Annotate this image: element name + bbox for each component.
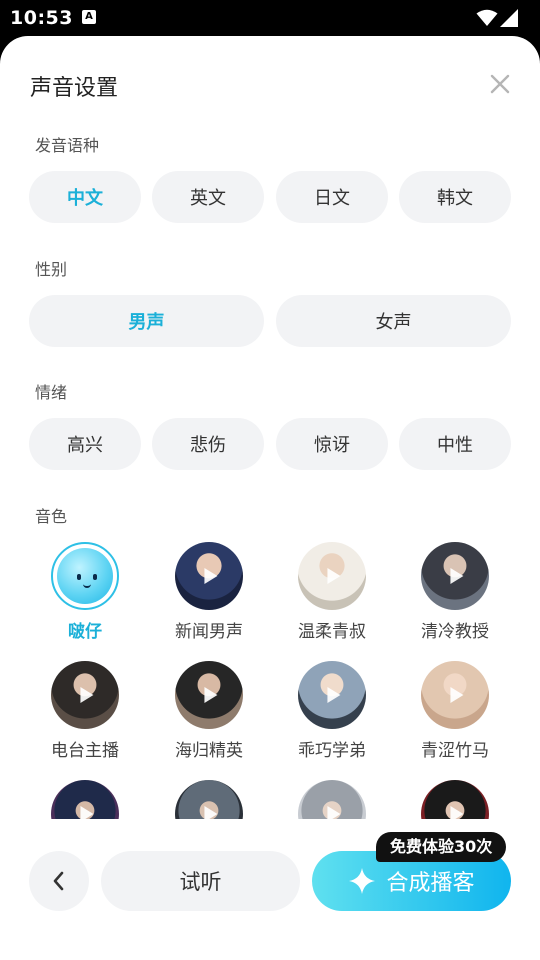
listen-button[interactable]: 试听 bbox=[101, 851, 300, 911]
mascot-avatar bbox=[51, 542, 119, 610]
voice-item-news-male[interactable]: 新闻男声 bbox=[147, 542, 271, 642]
play-icon bbox=[327, 568, 341, 584]
chevron-left-icon bbox=[53, 871, 64, 891]
voice-avatar bbox=[175, 661, 243, 729]
voice-item-childhood-friend[interactable]: 青涩竹马 bbox=[393, 661, 517, 761]
voice-item[interactable] bbox=[270, 780, 394, 819]
voice-name: 海归精英 bbox=[175, 741, 243, 761]
voice-name: 电台主播 bbox=[51, 741, 119, 761]
footer-bar: 试听 合成播客 免费体验30次 bbox=[0, 819, 540, 960]
language-option-japanese[interactable]: 日文 bbox=[276, 171, 388, 223]
language-option-korean[interactable]: 韩文 bbox=[399, 171, 511, 223]
timbre-label: 音色 bbox=[35, 507, 68, 526]
play-icon bbox=[204, 687, 218, 703]
free-trial-badge: 免费体验30次 bbox=[376, 832, 507, 862]
voice-item-gentle-uncle[interactable]: 温柔青叔 bbox=[270, 542, 394, 642]
voice-name: 啵仔 bbox=[68, 622, 102, 642]
emotion-option-sad[interactable]: 悲伤 bbox=[152, 418, 264, 470]
voice-item[interactable] bbox=[147, 780, 271, 819]
voice-name: 青涩竹马 bbox=[421, 741, 489, 761]
sparkle-icon bbox=[349, 868, 376, 894]
language-label: 发音语种 bbox=[35, 136, 100, 155]
voice-avatar bbox=[298, 661, 366, 729]
voice-avatar bbox=[51, 780, 119, 819]
voice-avatar bbox=[175, 780, 243, 819]
play-icon bbox=[204, 806, 218, 819]
play-icon bbox=[450, 806, 464, 819]
play-icon bbox=[204, 568, 218, 584]
voice-item[interactable] bbox=[23, 780, 147, 819]
play-icon bbox=[80, 687, 94, 703]
language-option-english[interactable]: 英文 bbox=[152, 171, 264, 223]
voice-item-cool-professor[interactable]: 清冷教授 bbox=[393, 542, 517, 642]
voice-name: 清冷教授 bbox=[421, 622, 489, 642]
voice-item[interactable] bbox=[393, 780, 517, 819]
status-bar: 10:53 A bbox=[0, 0, 540, 36]
voice-item-bozai[interactable]: 啵仔 bbox=[23, 542, 147, 642]
language-option-chinese[interactable]: 中文 bbox=[29, 171, 141, 223]
voice-item-junior-student[interactable]: 乖巧学弟 bbox=[270, 661, 394, 761]
voice-avatar bbox=[298, 542, 366, 610]
voice-avatar bbox=[421, 542, 489, 610]
emotion-label: 情绪 bbox=[35, 383, 68, 402]
back-button[interactable] bbox=[29, 851, 89, 911]
voice-settings-sheet: 声音设置 发音语种 中文 英文 日文 韩文 性别 男声 女声 情绪 高兴 悲伤 … bbox=[0, 36, 540, 960]
gender-option-female[interactable]: 女声 bbox=[276, 295, 511, 347]
voice-name: 乖巧学弟 bbox=[298, 741, 366, 761]
wifi-icon bbox=[476, 9, 498, 26]
voice-avatar bbox=[421, 780, 489, 819]
emotion-option-surprised[interactable]: 惊讶 bbox=[276, 418, 388, 470]
play-icon bbox=[327, 806, 341, 819]
status-time: 10:53 bbox=[10, 7, 73, 29]
voice-name: 新闻男声 bbox=[175, 622, 243, 642]
play-icon bbox=[450, 568, 464, 584]
emotion-option-neutral[interactable]: 中性 bbox=[399, 418, 511, 470]
play-icon bbox=[450, 687, 464, 703]
voice-name: 温柔青叔 bbox=[298, 622, 366, 642]
create-podcast-label: 合成播客 bbox=[386, 871, 475, 896]
play-icon bbox=[327, 687, 341, 703]
voice-item-radio-host[interactable]: 电台主播 bbox=[23, 661, 147, 761]
voice-avatar bbox=[298, 780, 366, 819]
voice-grid: 啵仔 新闻男声 温柔青叔 清冷教授 电台主播 海归精英 乖巧学弟 青涩竹马 bbox=[0, 536, 540, 819]
signal-icon bbox=[500, 9, 518, 27]
emotion-option-happy[interactable]: 高兴 bbox=[29, 418, 141, 470]
voice-avatar bbox=[175, 542, 243, 610]
notification-icon: A bbox=[82, 10, 96, 24]
voice-avatar bbox=[51, 661, 119, 729]
voice-item-returnee-elite[interactable]: 海归精英 bbox=[147, 661, 271, 761]
close-icon[interactable] bbox=[488, 72, 512, 96]
play-icon bbox=[80, 806, 94, 819]
voice-avatar bbox=[421, 661, 489, 729]
gender-option-male[interactable]: 男声 bbox=[29, 295, 264, 347]
gender-label: 性别 bbox=[35, 260, 68, 279]
dialog-title: 声音设置 bbox=[30, 76, 119, 101]
